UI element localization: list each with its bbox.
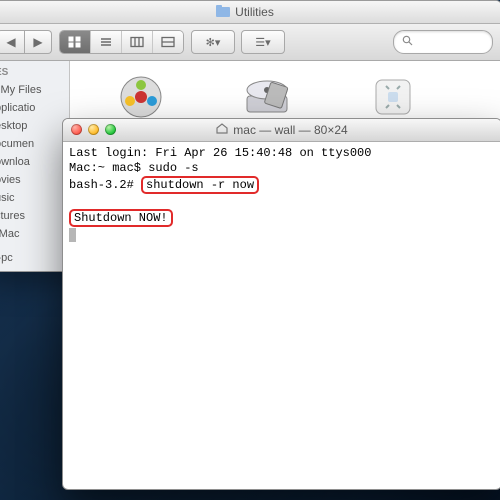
view-column-button[interactable] — [122, 31, 153, 53]
sidebar-item-pc[interactable]: l-pc — [0, 249, 69, 267]
term-line: bash-3.2# — [69, 178, 141, 192]
grab-icon — [365, 69, 421, 125]
columns-icon — [130, 36, 144, 48]
arrange-icon: ☰▾ — [255, 36, 270, 49]
search-field[interactable] — [393, 30, 493, 54]
nav-segment: ◀ ▶ — [0, 30, 52, 54]
gear-icon: ✻▾ — [206, 36, 221, 49]
terminal-window: mac — wall — 80×24 Last login: Fri Apr 2… — [62, 118, 500, 490]
colormeter-icon — [113, 69, 169, 125]
sidebar-item-music[interactable]: usic — [0, 189, 69, 207]
forward-button[interactable]: ▶ — [25, 30, 52, 54]
sidebar-item-allmyfiles[interactable]: l My Files — [0, 81, 69, 99]
terminal-titlebar[interactable]: mac — wall — 80×24 — [63, 119, 500, 142]
minimize-icon[interactable] — [88, 124, 99, 135]
action-button[interactable]: ✻▾ — [191, 30, 235, 54]
folder-icon — [216, 5, 235, 20]
terminal-cursor — [69, 228, 76, 242]
terminal-body[interactable]: Last login: Fri Apr 26 15:40:48 on ttys0… — [63, 142, 500, 246]
action-segment: ✻▾ ☰▾ — [191, 30, 285, 54]
desktop-background: Utilities ◀ ▶ ✻ — [0, 0, 500, 500]
finder-title: Utilities — [235, 5, 274, 19]
finder-toolbar: ◀ ▶ ✻▾ ☰▾ — [0, 24, 500, 61]
highlight-shutdown-now: Shutdown NOW! — [69, 209, 173, 227]
coverflow-icon — [161, 36, 175, 48]
search-input[interactable] — [418, 35, 476, 49]
close-icon[interactable] — [71, 124, 82, 135]
sidebar-item-documents[interactable]: ocumen — [0, 135, 69, 153]
grid-icon — [68, 36, 82, 48]
chevron-left-icon: ◀ — [6, 35, 15, 49]
view-coverflow-button[interactable] — [153, 31, 183, 53]
view-segment — [60, 31, 183, 53]
term-line: Mac:~ mac$ — [69, 161, 148, 175]
sidebar-item-airdrop[interactable]: rMac — [0, 225, 69, 243]
finder-titlebar[interactable]: Utilities — [0, 1, 500, 24]
search-icon — [402, 33, 413, 51]
arrange-button[interactable]: ☰▾ — [241, 30, 285, 54]
list-icon — [99, 36, 113, 48]
sidebar-item-desktop[interactable]: esktop — [0, 117, 69, 135]
term-cmd: sudo -s — [148, 161, 198, 175]
sidebar-item-pictures[interactable]: ctures — [0, 207, 69, 225]
highlight-shutdown-cmd: shutdown -r now — [141, 176, 259, 194]
terminal-title: mac — wall — 80×24 — [233, 123, 347, 137]
back-button[interactable]: ◀ — [0, 30, 25, 54]
sidebar-item-applications[interactable]: pplicatio — [0, 99, 69, 117]
finder-sidebar: ES l My Files pplicatio esktop ocumen ow… — [0, 61, 70, 272]
term-line: Last login: Fri Apr 26 15:40:48 on ttys0… — [69, 146, 371, 160]
view-icon-button[interactable] — [60, 31, 91, 53]
sidebar-item-movies[interactable]: ovies — [0, 171, 69, 189]
zoom-icon[interactable] — [105, 124, 116, 135]
sidebar-header: ES — [0, 61, 69, 81]
traffic-lights — [71, 124, 116, 135]
sidebar-item-downloads[interactable]: ownloa — [0, 153, 69, 171]
view-list-button[interactable] — [91, 31, 122, 53]
chevron-right-icon: ▶ — [33, 35, 42, 49]
diskutility-icon — [239, 69, 295, 125]
home-icon — [216, 123, 228, 137]
